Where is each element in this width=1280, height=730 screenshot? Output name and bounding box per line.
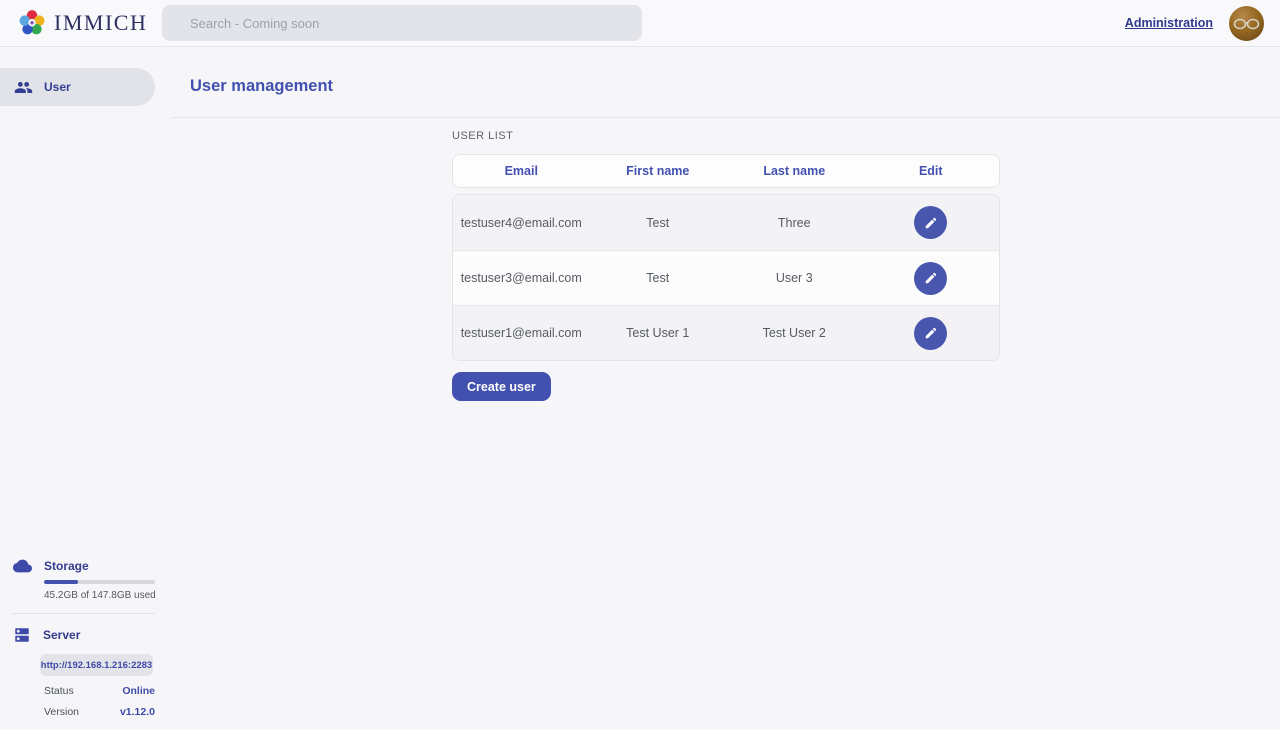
pencil-icon bbox=[924, 271, 938, 285]
immich-logo-icon bbox=[18, 9, 46, 37]
server-title: Server bbox=[43, 628, 80, 642]
server-url: http://192.168.1.216:2283 bbox=[40, 654, 153, 676]
version-label: Version bbox=[44, 706, 79, 718]
users-group-icon bbox=[14, 78, 33, 97]
cell-first-name: Test bbox=[590, 216, 727, 230]
cell-email: testuser3@email.com bbox=[453, 271, 590, 285]
edit-user-button[interactable] bbox=[914, 206, 947, 239]
cell-last-name: User 3 bbox=[726, 271, 863, 285]
sidebar-footer-divider bbox=[12, 613, 155, 614]
pencil-icon bbox=[924, 326, 938, 340]
edit-user-button[interactable] bbox=[914, 262, 947, 295]
sidebar-item-users[interactable]: User bbox=[0, 68, 155, 106]
cloud-icon bbox=[13, 559, 32, 573]
page-title: User management bbox=[190, 77, 1280, 96]
storage-usage-text: 45.2GB of 147.8GB used bbox=[44, 590, 171, 601]
column-header-edit: Edit bbox=[863, 164, 1000, 178]
user-table-header: Email First name Last name Edit bbox=[452, 154, 1000, 188]
brand: IMMICH bbox=[0, 9, 162, 37]
cell-email: testuser1@email.com bbox=[453, 326, 590, 340]
user-table-body: testuser4@email.com Test Three testuser3… bbox=[452, 194, 1000, 361]
create-user-button[interactable]: Create user bbox=[452, 372, 551, 401]
header-divider bbox=[171, 117, 1280, 118]
administration-link[interactable]: Administration bbox=[1125, 16, 1213, 30]
server-icon bbox=[13, 626, 31, 644]
column-header-first-name: First name bbox=[590, 164, 727, 178]
sidebar-item-label: User bbox=[44, 80, 71, 94]
brand-name: IMMICH bbox=[54, 10, 147, 36]
server-status-row: Status Online bbox=[44, 685, 155, 697]
storage-progress-bar bbox=[44, 580, 155, 584]
status-value: Online bbox=[122, 685, 155, 697]
user-avatar[interactable] bbox=[1229, 6, 1264, 41]
glasses-icon bbox=[1233, 18, 1260, 30]
search-input[interactable] bbox=[162, 5, 642, 41]
table-row: testuser1@email.com Test User 1 Test Use… bbox=[453, 305, 999, 360]
storage-progress-fill bbox=[44, 580, 78, 584]
status-label: Status bbox=[44, 685, 74, 697]
cell-first-name: Test User 1 bbox=[590, 326, 727, 340]
version-value: v1.12.0 bbox=[120, 706, 155, 718]
user-list-label: USER LIST bbox=[452, 130, 1000, 142]
cell-last-name: Test User 2 bbox=[726, 326, 863, 340]
edit-user-button[interactable] bbox=[914, 317, 947, 350]
column-header-last-name: Last name bbox=[726, 164, 863, 178]
main-content: User management USER LIST Email First na… bbox=[171, 47, 1280, 730]
table-row: testuser3@email.com Test User 3 bbox=[453, 250, 999, 305]
top-navbar: IMMICH Administration bbox=[0, 0, 1280, 47]
column-header-email: Email bbox=[453, 164, 590, 178]
cell-first-name: Test bbox=[590, 271, 727, 285]
cell-last-name: Three bbox=[726, 216, 863, 230]
table-row: testuser4@email.com Test Three bbox=[453, 195, 999, 250]
storage-title: Storage bbox=[44, 559, 89, 573]
pencil-icon bbox=[924, 216, 938, 230]
cell-email: testuser4@email.com bbox=[453, 216, 590, 230]
sidebar-footer: Storage 45.2GB of 147.8GB used Server ht… bbox=[0, 559, 171, 718]
sidebar: User Storage 45.2GB of 147.8GB used Serv… bbox=[0, 47, 171, 730]
server-version-row: Version v1.12.0 bbox=[44, 706, 155, 718]
